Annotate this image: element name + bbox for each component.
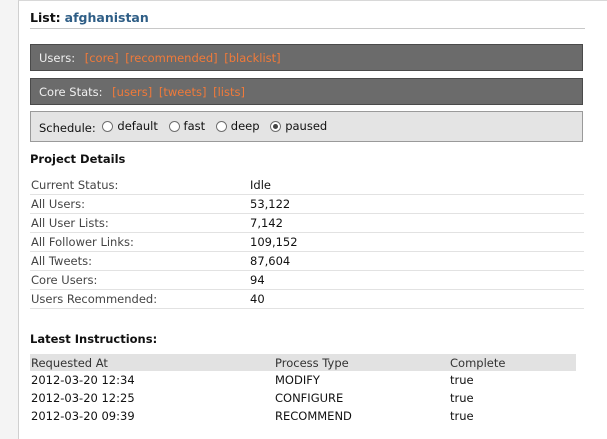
latest-instructions-table: Requested At Process Type Complete 2012-… [30, 354, 576, 425]
core-stats-bar: Core Stats: [users] [tweets] [lists] [30, 78, 583, 105]
table-row: 2012-03-20 12:25 CONFIGURE true [30, 389, 576, 407]
content-panel: List: afghanistan Users: [core] [recommen… [18, 0, 607, 439]
header-complete: Complete [450, 354, 576, 371]
core-stats-lists-link[interactable]: [lists] [213, 85, 245, 99]
list-label: List: [30, 10, 61, 25]
header-requested-at: Requested At [30, 354, 275, 371]
detail-value: 87,604 [250, 251, 584, 271]
radio-default[interactable] [102, 121, 114, 132]
cell-complete: true [450, 373, 474, 387]
radio-paused[interactable] [270, 121, 282, 132]
table-row: All Users: 53,122 [30, 194, 584, 214]
list-title: List: afghanistan [30, 10, 585, 29]
cell-requested-at: 2012-03-20 09:39 [31, 409, 135, 423]
table-row: Core Users: 94 [30, 270, 584, 290]
cell-requested-at: 2012-03-20 12:25 [31, 391, 135, 405]
table-row: 2012-03-20 12:34 MODIFY true [30, 371, 576, 389]
cell-process-type: MODIFY [275, 373, 320, 387]
detail-key: Users Recommended: [30, 289, 250, 309]
schedule-option-fast[interactable]: fast [166, 112, 206, 141]
detail-key: All User Lists: [30, 213, 250, 233]
table-row: All Tweets: 87,604 [30, 251, 584, 271]
detail-value: Idle [250, 176, 584, 195]
list-name: afghanistan [64, 10, 149, 25]
core-stats-label: Core Stats: [39, 85, 103, 99]
cell-complete: true [450, 409, 474, 423]
cell-process-type: RECOMMEND [275, 409, 352, 423]
project-details-title: Project Details [30, 152, 126, 166]
detail-key: Current Status: [30, 176, 250, 195]
table-row: 2012-03-20 09:39 RECOMMEND true [30, 407, 576, 425]
detail-key: All Follower Links: [30, 232, 250, 252]
table-header-row: Requested At Process Type Complete [30, 354, 576, 371]
core-stats-users-link[interactable]: [users] [112, 85, 152, 99]
schedule-option-deep-label: deep [230, 119, 260, 133]
users-blacklist-link[interactable]: [blacklist] [224, 51, 280, 65]
detail-value: 109,152 [250, 232, 584, 252]
project-details-table: Current Status: Idle All Users: 53,122 All… [30, 176, 584, 309]
users-recommended-link[interactable]: [recommended] [125, 51, 217, 65]
cell-process-type: CONFIGURE [275, 391, 344, 405]
schedule-bar: Schedule: default fast deep paused [30, 111, 583, 142]
schedule-option-default-label: default [117, 119, 158, 133]
detail-value: 53,122 [250, 194, 584, 214]
schedule-option-default[interactable]: default [99, 112, 158, 141]
schedule-option-fast-label: fast [183, 119, 206, 133]
schedule-option-deep[interactable]: deep [213, 112, 260, 141]
detail-key: All Tweets: [30, 251, 250, 271]
schedule-option-paused-label: paused [285, 119, 328, 133]
users-bar: Users: [core] [recommended] [blacklist] [30, 44, 583, 71]
detail-key: Core Users: [30, 270, 250, 290]
radio-deep[interactable] [215, 121, 227, 132]
schedule-option-paused[interactable]: paused [267, 112, 327, 141]
table-row: Users Recommended: 40 [30, 289, 584, 309]
detail-value: 7,142 [250, 213, 584, 233]
cell-requested-at: 2012-03-20 12:34 [31, 373, 135, 387]
cell-complete: true [450, 391, 474, 405]
users-bar-label: Users: [39, 51, 76, 65]
core-stats-tweets-link[interactable]: [tweets] [159, 85, 207, 99]
table-row: Current Status: Idle [30, 176, 584, 195]
latest-instructions-title: Latest Instructions: [30, 332, 158, 346]
detail-value: 40 [250, 289, 584, 309]
schedule-label: Schedule: [39, 121, 96, 135]
table-row: All Follower Links: 109,152 [30, 232, 584, 252]
users-core-link[interactable]: [core] [85, 51, 119, 65]
radio-fast[interactable] [168, 121, 180, 132]
detail-value: 94 [250, 270, 584, 290]
detail-key: All Users: [30, 194, 250, 214]
header-process-type: Process Type [275, 354, 450, 371]
table-row: All User Lists: 7,142 [30, 213, 584, 233]
